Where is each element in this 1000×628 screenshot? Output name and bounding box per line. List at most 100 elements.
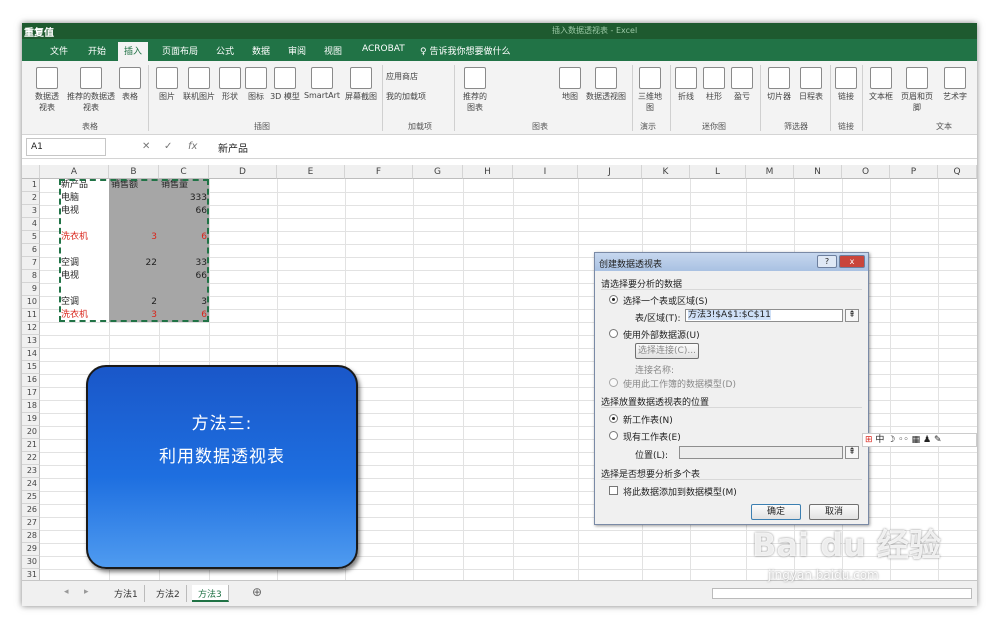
col-header[interactable]: B — [109, 165, 159, 179]
choose-connection-button[interactable]: 选择连接(C)... — [635, 343, 699, 359]
radio-table-range[interactable] — [609, 295, 618, 304]
icons-button[interactable]: 图标 — [244, 67, 268, 102]
formula-input[interactable]: 新产品 — [218, 140, 248, 155]
row-header[interactable]: 20 — [22, 426, 40, 439]
radio-data-model[interactable] — [609, 378, 618, 387]
scroll-sheets-right[interactable]: ▸ — [78, 585, 95, 602]
header-footer-button[interactable]: 页眉和页脚 — [898, 67, 936, 113]
row-header[interactable]: 27 — [22, 517, 40, 530]
new-sheet-button[interactable]: ⊕ — [246, 583, 268, 600]
row-header[interactable]: 2 — [22, 192, 40, 205]
scroll-sheets-left[interactable]: ◂ — [58, 585, 75, 602]
cancel-button[interactable]: 取消 — [809, 504, 859, 520]
tab-data[interactable]: 数据 — [252, 44, 270, 57]
row-header[interactable]: 7 — [22, 257, 40, 270]
collapse-location-button[interactable]: ⇞ — [845, 446, 859, 459]
help-button[interactable]: ? — [817, 255, 837, 268]
col-header[interactable]: A — [40, 165, 109, 179]
close-button[interactable]: x — [839, 255, 865, 268]
row-header[interactable]: 8 — [22, 270, 40, 283]
row-header[interactable]: 6 — [22, 244, 40, 257]
row-header[interactable]: 9 — [22, 283, 40, 296]
store-button[interactable]: 应用商店 — [386, 71, 446, 82]
tab-formulas[interactable]: 公式 — [216, 44, 234, 57]
range-input[interactable]: 方法3!$A$1:$C$11 — [685, 309, 843, 322]
col-header[interactable]: D — [209, 165, 277, 179]
radio-external-source[interactable] — [609, 329, 618, 338]
pivottable-button[interactable]: 数据透视表 — [32, 67, 62, 113]
recommended-pivottable-button[interactable]: 推荐的数据透视表 — [66, 67, 116, 113]
recommended-charts-button[interactable]: 推荐的图表 — [460, 67, 490, 113]
tab-home[interactable]: 开始 — [88, 44, 106, 57]
row-header[interactable]: 11 — [22, 309, 40, 322]
link-button[interactable]: 链接 — [834, 67, 858, 102]
col-header[interactable]: Q — [938, 165, 977, 179]
radio-existing-worksheet[interactable] — [609, 431, 618, 440]
col-header[interactable]: I — [513, 165, 578, 179]
sparkline-line-button[interactable]: 折线 — [674, 67, 698, 102]
col-header[interactable]: K — [642, 165, 690, 179]
col-header[interactable]: H — [463, 165, 513, 179]
sheet-tab-3[interactable]: 方法3 — [192, 585, 229, 602]
row-header[interactable]: 5 — [22, 231, 40, 244]
slicer-button[interactable]: 切片器 — [764, 67, 794, 102]
row-header[interactable]: 29 — [22, 543, 40, 556]
row-header[interactable]: 23 — [22, 465, 40, 478]
row-header[interactable]: 17 — [22, 387, 40, 400]
col-header[interactable]: M — [746, 165, 794, 179]
col-header[interactable]: J — [578, 165, 642, 179]
sheet-tab-1[interactable]: 方法1 — [108, 585, 145, 602]
insert-function-button[interactable]: fx — [188, 141, 197, 152]
tab-view[interactable]: 视图 — [324, 44, 342, 57]
3d-models-button[interactable]: 3D 模型 — [270, 67, 300, 102]
checkbox-add-data-model[interactable] — [609, 486, 618, 495]
radio-new-worksheet[interactable] — [609, 414, 618, 423]
tab-acrobat[interactable]: ACROBAT — [362, 44, 405, 54]
enter-icon[interactable]: ✓ — [164, 141, 172, 152]
tab-insert[interactable]: 插入 — [118, 42, 149, 61]
pivotchart-button[interactable]: 数据透视图 — [584, 67, 628, 102]
collapse-range-button[interactable]: ⇞ — [845, 309, 859, 322]
row-header[interactable]: 25 — [22, 491, 40, 504]
sparkline-column-button[interactable]: 柱形 — [702, 67, 726, 102]
row-header[interactable]: 19 — [22, 413, 40, 426]
sheet-tab-2[interactable]: 方法2 — [150, 585, 187, 602]
smartart-button[interactable]: SmartArt — [302, 67, 342, 100]
table-button[interactable]: 表格 — [118, 67, 142, 102]
col-header[interactable]: N — [794, 165, 842, 179]
shapes-button[interactable]: 形状 — [218, 67, 242, 102]
row-header[interactable]: 21 — [22, 439, 40, 452]
cancel-icon[interactable]: ✕ — [142, 141, 150, 152]
my-addins-button[interactable]: 我的加载项 — [386, 91, 446, 102]
row-header[interactable]: 28 — [22, 530, 40, 543]
row-header[interactable]: 12 — [22, 322, 40, 335]
row-header[interactable]: 10 — [22, 296, 40, 309]
ok-button[interactable]: 确定 — [751, 504, 801, 520]
online-pictures-button[interactable]: 联机图片 — [182, 67, 216, 102]
pictures-button[interactable]: 图片 — [154, 67, 180, 102]
tab-review[interactable]: 审阅 — [288, 44, 306, 57]
tab-page-layout[interactable]: 页面布局 — [162, 44, 198, 57]
col-header[interactable]: F — [345, 165, 413, 179]
col-header[interactable]: C — [159, 165, 209, 179]
row-header[interactable]: 18 — [22, 400, 40, 413]
row-header[interactable]: 3 — [22, 205, 40, 218]
row-header[interactable]: 26 — [22, 504, 40, 517]
col-header[interactable]: L — [690, 165, 746, 179]
col-header[interactable]: P — [890, 165, 938, 179]
maps-button[interactable]: 地图 — [558, 67, 582, 102]
tab-file[interactable]: 文件 — [50, 44, 68, 57]
row-header[interactable]: 22 — [22, 452, 40, 465]
location-input[interactable] — [679, 446, 843, 459]
col-header[interactable]: O — [842, 165, 890, 179]
horizontal-scrollbar[interactable] — [712, 588, 972, 599]
row-header[interactable]: 13 — [22, 335, 40, 348]
textbox-button[interactable]: 文本框 — [866, 67, 896, 102]
wordart-button[interactable]: 艺术字 — [938, 67, 972, 102]
row-header[interactable]: 15 — [22, 361, 40, 374]
row-header[interactable]: 16 — [22, 374, 40, 387]
select-all-corner[interactable] — [22, 165, 40, 179]
screenshot-button[interactable]: 屏幕截图 — [344, 67, 378, 102]
row-header[interactable]: 30 — [22, 556, 40, 569]
row-header[interactable]: 14 — [22, 348, 40, 361]
